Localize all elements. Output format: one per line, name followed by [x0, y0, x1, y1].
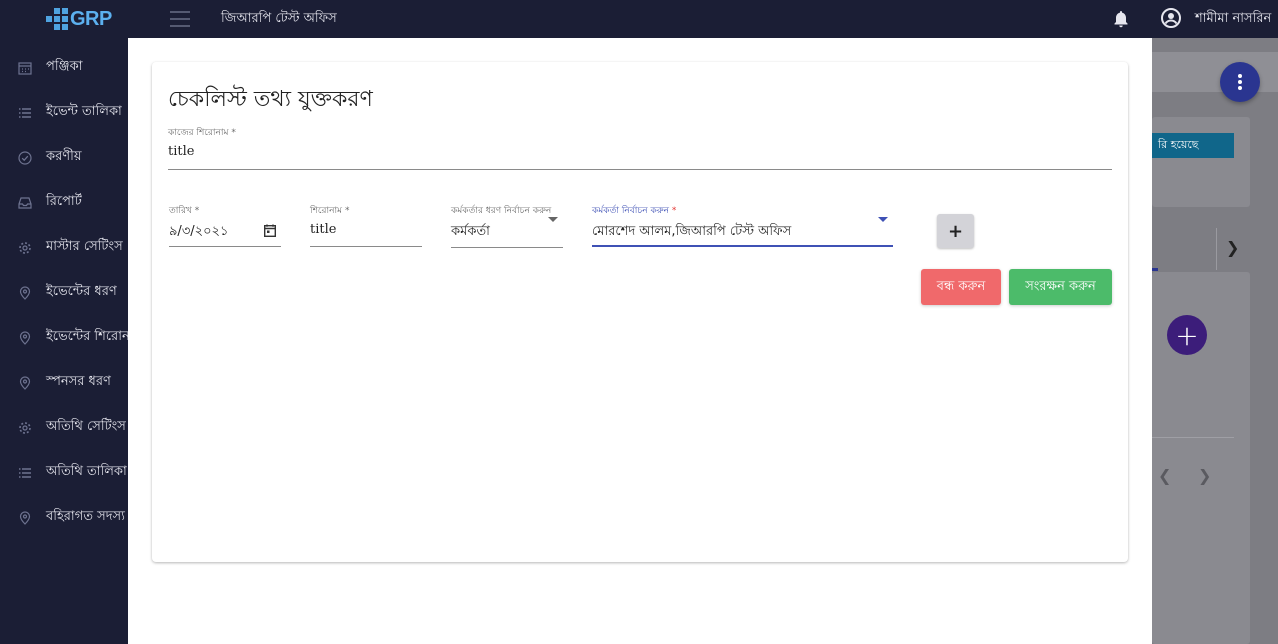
calendar-picker-icon[interactable]	[264, 224, 276, 237]
notification-bell-icon[interactable]	[1113, 10, 1129, 28]
tab-bar	[1152, 228, 1278, 270]
checklist-modal: চেকলিস্ট তথ্য যুক্তকরণ কাজের শিরোনাম * t…	[128, 38, 1152, 644]
sidebar-item-label: ইভেন্ট তালিকা	[46, 104, 122, 119]
office-title: জিআরপি টেস্ট অফিস	[221, 11, 337, 26]
checklist-form-card: চেকলিস্ট তথ্য যুক্তকরণ কাজের শিরোনাম * t…	[152, 62, 1128, 562]
more-vert-icon	[1238, 74, 1242, 90]
task-title-underline	[168, 169, 1112, 170]
sidebar-item-label: করণীয়	[46, 149, 82, 164]
menu-toggle-icon[interactable]	[170, 11, 190, 27]
tab-scroll-right-icon[interactable]: ❯	[1226, 238, 1239, 257]
task-title-label: কাজের শিরোনাম *	[168, 128, 236, 138]
list-icon	[19, 107, 31, 118]
list-icon	[19, 467, 31, 478]
date-underline	[169, 246, 281, 247]
officer-type-select[interactable]: কর্মকর্তার ধরণ নির্বাচন করুন কর্মকর্তা	[451, 203, 563, 249]
user-name[interactable]: শামীমা নাসরিন	[1195, 9, 1271, 30]
add-officer-button[interactable]: +	[937, 214, 974, 248]
officer-select[interactable]: কর্মকর্তা নির্বাচন করুন * মোরশেদ আলম,জিআ…	[592, 203, 893, 249]
prev-page-icon[interactable]: ❮	[1158, 466, 1171, 485]
more-options-button[interactable]	[1220, 62, 1260, 102]
sidebar-item-label: রিপোর্ট	[46, 194, 82, 209]
task-title-input[interactable]: title	[168, 144, 194, 159]
status-chip: রি হয়েছে	[1152, 133, 1234, 158]
map-pin-icon	[19, 510, 31, 525]
officer-underline	[592, 245, 893, 247]
officer-type-underline	[451, 247, 563, 248]
active-tab-indicator	[1152, 268, 1158, 271]
top-bar: GRP জিআরপি টেস্ট অফিস শামীমা নাসরিন	[0, 0, 1278, 38]
map-pin-icon	[19, 330, 31, 345]
logo-text: GRP	[70, 7, 112, 30]
sidebar-item-guest-settings[interactable]: অতিথি সেটিংস	[0, 405, 140, 450]
heading-field[interactable]: শিরোনাম * title	[310, 203, 422, 249]
sidebar-item-label: পঞ্জিকা	[46, 59, 83, 74]
sidebar-item-calendar[interactable]: পঞ্জিকা	[0, 45, 140, 90]
sidebar-item-label: স্পনসর ধরণ	[46, 374, 111, 389]
date-label: তারিখ *	[169, 206, 200, 216]
sidebar-item-todo[interactable]: করণীয়	[0, 135, 140, 180]
sidebar-item-event-list[interactable]: ইভেন্ট তালিকা	[0, 90, 140, 135]
logo-mark	[46, 8, 68, 30]
map-pin-icon	[19, 285, 31, 300]
heading-input[interactable]: title	[310, 222, 336, 237]
officer-label: কর্মকর্তা নির্বাচন করুন *	[592, 206, 677, 216]
officer-type-value[interactable]: কর্মকর্তা	[451, 222, 490, 243]
divider	[1152, 437, 1234, 438]
sidebar-item-event-title[interactable]: ইভেন্টের শিরোনাম	[0, 315, 141, 360]
chevron-down-icon[interactable]	[548, 217, 558, 222]
sidebar: পঞ্জিকা ইভেন্ট তালিকা করণীয় রিপোর্ট মাস…	[0, 38, 141, 644]
add-fab-button[interactable]: +	[1167, 315, 1207, 355]
tab-divider	[1216, 228, 1217, 270]
gear-icon	[19, 241, 31, 254]
calendar-icon	[18, 61, 32, 75]
sidebar-item-report[interactable]: রিপোর্ট	[0, 180, 140, 225]
sidebar-item-sponsor-type[interactable]: স্পনসর ধরণ	[0, 360, 140, 405]
grp-logo: GRP	[46, 6, 112, 32]
map-pin-icon	[19, 375, 31, 390]
info-card	[1152, 117, 1250, 207]
sidebar-item-guest-list[interactable]: অতিথি তালিকা	[0, 450, 140, 495]
sidebar-item-master-settings[interactable]: মাস্টার সেটিংস	[0, 225, 140, 270]
sidebar-item-external-members[interactable]: বহিরাগত সদস্য	[0, 495, 140, 540]
inbox-icon	[18, 196, 32, 209]
heading-label: শিরোনাম *	[310, 206, 350, 216]
date-input[interactable]: ৯/৩/২০২১	[169, 222, 228, 243]
sidebar-item-label: ইভেন্টের শিরোনাম	[46, 329, 141, 344]
sidebar-item-label: অতিথি সেটিংস	[46, 419, 126, 434]
officer-type-label: কর্মকর্তার ধরণ নির্বাচন করুন	[451, 206, 552, 216]
sidebar-item-label: বহিরাগত সদস্য	[46, 509, 125, 524]
gear-icon	[19, 421, 31, 434]
next-page-icon[interactable]: ❯	[1198, 466, 1211, 485]
date-field[interactable]: তারিখ * ৯/৩/২০২১	[169, 203, 281, 249]
officer-value[interactable]: মোরশেদ আলম,জিআরপি টেস্ট অফিস	[592, 222, 791, 243]
check-circle-icon	[18, 150, 32, 165]
heading-underline	[310, 246, 422, 247]
sidebar-item-event-type[interactable]: ইভেন্টের ধরণ	[0, 270, 140, 315]
sidebar-item-label: মাস্টার সেটিংস	[46, 239, 123, 254]
task-title-field[interactable]: কাজের শিরোনাম * title	[168, 125, 1112, 171]
sidebar-item-label: অতিথি তালিকা	[46, 464, 127, 479]
close-button[interactable]: বন্ধ করুন	[921, 269, 1001, 305]
save-button[interactable]: সংরক্ষন করুন	[1009, 269, 1112, 305]
modal-title: চেকলিস্ট তথ্য যুক্তকরণ	[168, 87, 373, 112]
sidebar-item-label: ইভেন্টের ধরণ	[46, 284, 117, 299]
chevron-down-icon[interactable]	[878, 217, 888, 222]
user-avatar-icon[interactable]	[1161, 8, 1181, 28]
